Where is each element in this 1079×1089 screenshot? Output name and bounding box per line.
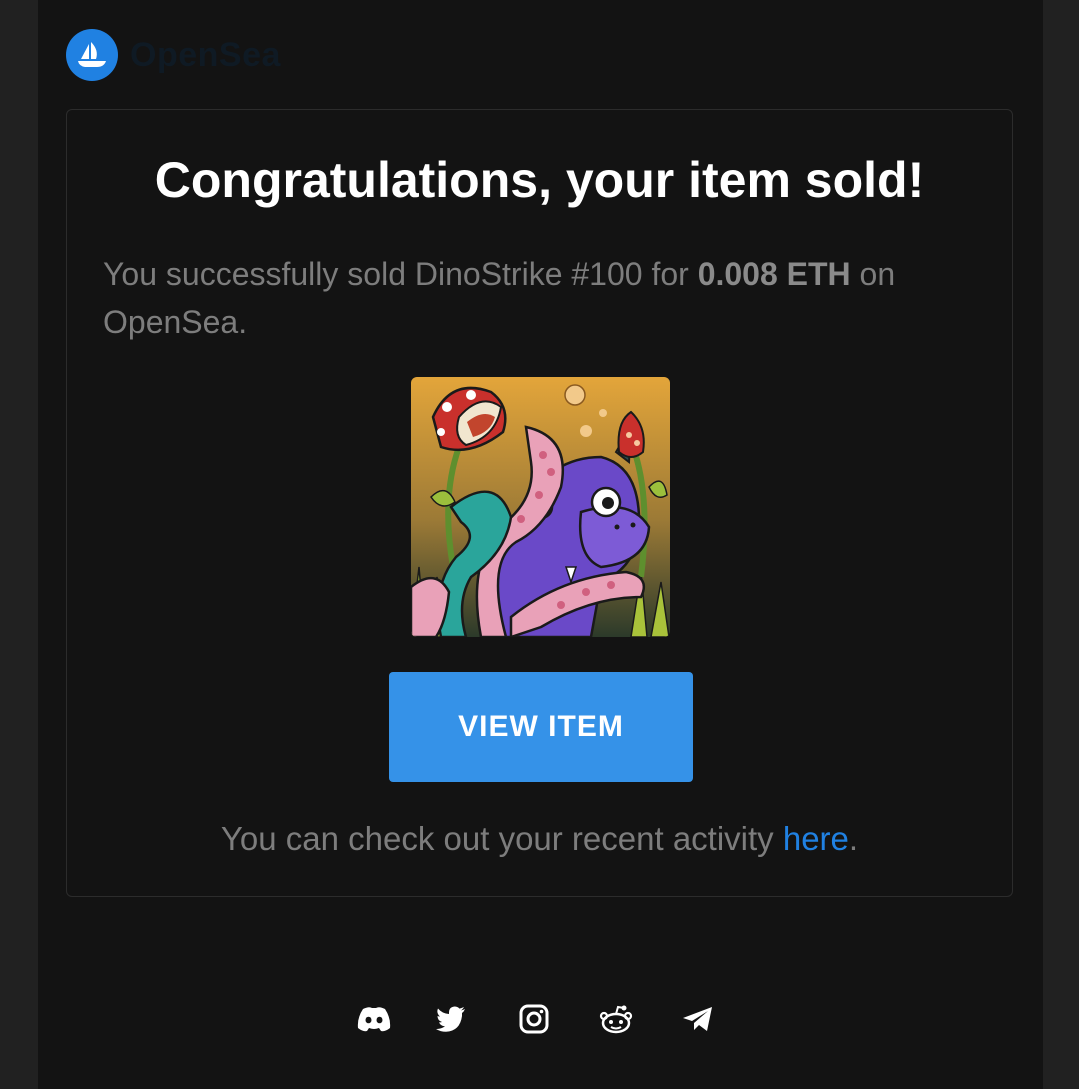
sale-message: You successfully sold DinoStrike #100 fo… (103, 250, 983, 346)
message-prefix: You successfully sold DinoStrike #100 fo… (103, 256, 698, 292)
headline: Congratulations, your item sold! (154, 152, 925, 208)
opensea-logo[interactable]: OpenSea (66, 29, 281, 81)
activity-note: You can check out your recent activity h… (0, 815, 1079, 863)
activity-suffix: . (848, 820, 859, 857)
reddit-icon[interactable] (597, 1000, 635, 1038)
telegram-icon[interactable] (679, 1000, 717, 1038)
view-item-button[interactable]: VIEW ITEM (389, 672, 693, 782)
activity-prefix: You can check out your recent activity (220, 820, 783, 857)
twitter-icon[interactable] (432, 1000, 470, 1038)
activity-here-link[interactable]: here (783, 820, 849, 857)
sale-price: 0.008 ETH (697, 256, 851, 292)
instagram-icon[interactable] (515, 1000, 553, 1038)
discord-icon[interactable] (355, 1000, 393, 1038)
opensea-wordmark: OpenSea (130, 35, 281, 74)
nft-item-image[interactable] (411, 377, 670, 637)
opensea-ship-icon (66, 29, 118, 81)
